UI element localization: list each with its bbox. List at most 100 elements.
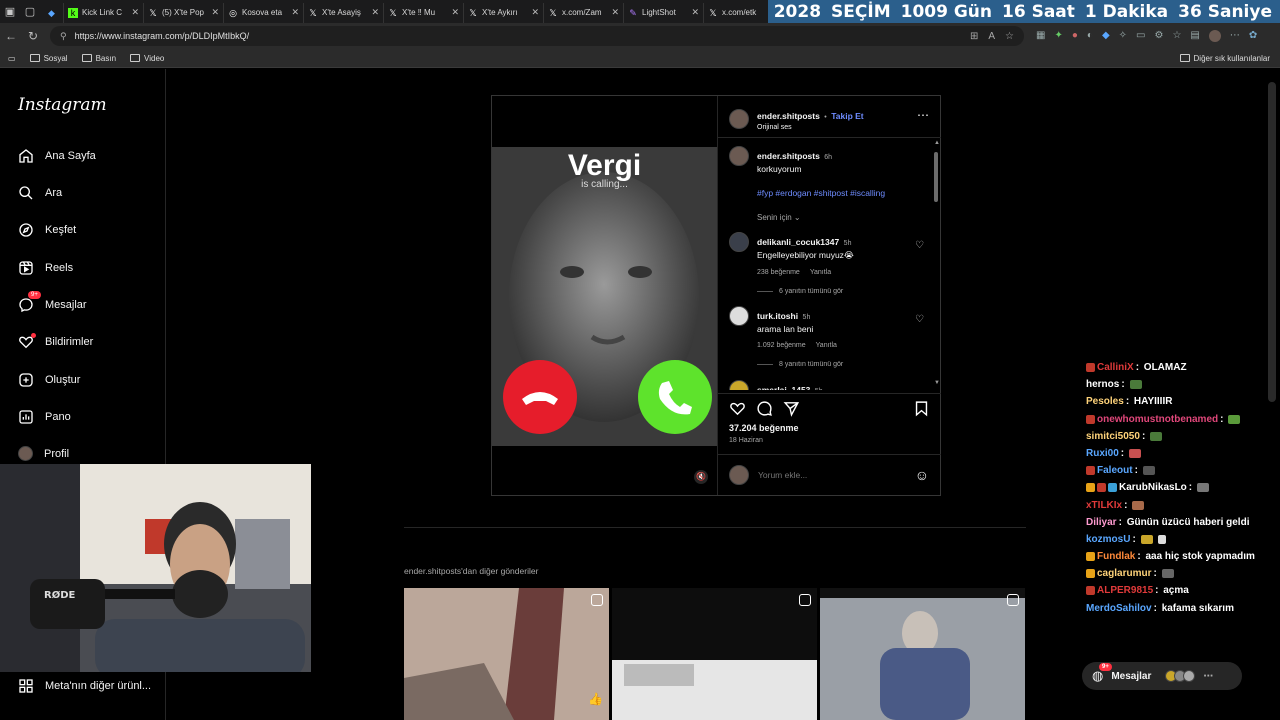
tab-close-icon[interactable]: ✕	[371, 7, 379, 18]
comment-input[interactable]	[758, 470, 906, 480]
comment-avatar[interactable]	[729, 232, 749, 252]
chat-username[interactable]: ALPER9815	[1097, 585, 1153, 596]
chat-username[interactable]: Faleout	[1097, 465, 1133, 476]
chat-username[interactable]: MerdoSahilov	[1086, 603, 1152, 614]
url-field[interactable]: ⚲ https://www.instagram.com/p/DLDIpMtIbk…	[50, 26, 1024, 46]
comment-avatar[interactable]	[729, 306, 749, 326]
more-post-thumbnail[interactable]: 👍	[404, 588, 609, 720]
chat-username[interactable]: CalliniX	[1097, 362, 1134, 373]
comment-like-icon[interactable]: ♡	[915, 314, 924, 368]
extension-icon[interactable]: ◐	[1087, 30, 1093, 42]
instagram-logo[interactable]: Instagram	[18, 95, 107, 115]
extensions-puzzle-icon[interactable]: ⚙	[1154, 30, 1163, 42]
other-favorites-folder[interactable]: Diğer sık kullanılanlar	[1179, 54, 1270, 63]
nav-dashboard[interactable]: Pano	[18, 409, 71, 425]
chat-username[interactable]: Pesoles	[1086, 396, 1124, 407]
more-post-thumbnail[interactable]	[612, 588, 817, 720]
nav-home[interactable]: Ana Sayfa	[18, 148, 96, 164]
extension-icon[interactable]: ✧	[1119, 30, 1127, 42]
nav-meta-more[interactable]: Meta'nın diğer ürünl...	[18, 678, 151, 694]
comment-icon[interactable]	[756, 400, 773, 422]
nav-reels[interactable]: Reels	[18, 260, 73, 276]
reply-button[interactable]: Yanıtla	[816, 342, 837, 349]
emoji-icon[interactable]: ☺	[915, 467, 929, 483]
chat-username[interactable]: xTILKIx	[1086, 500, 1122, 511]
chat-username[interactable]: onewhomustnotbenamed	[1097, 414, 1218, 425]
profile-avatar[interactable]	[1208, 30, 1221, 42]
view-replies[interactable]: 8 yanıtın tümünü gör	[757, 361, 907, 368]
extension-icon[interactable]: ✦	[1054, 30, 1062, 42]
chat-username[interactable]: KarubNikasLo	[1119, 482, 1187, 493]
follow-button[interactable]: Takip Et	[831, 111, 863, 121]
nav-profile[interactable]: Profil	[18, 446, 69, 461]
tab-close-icon[interactable]: ✕	[211, 7, 219, 18]
nav-search[interactable]: Ara	[18, 185, 62, 201]
more-icon[interactable]: ⋯	[1230, 30, 1240, 42]
author-avatar[interactable]	[729, 108, 749, 129]
tab-close-icon[interactable]: ✕	[451, 7, 459, 18]
nav-messages[interactable]: 9+ Mesajlar	[18, 291, 87, 313]
extension-icon[interactable]: ◆	[1102, 30, 1110, 42]
comment-likes[interactable]: 238 beğenme	[757, 269, 800, 276]
nav-notifications[interactable]: Bildirimler	[18, 333, 93, 350]
favorites-icon[interactable]: ☆	[1172, 30, 1181, 42]
scroll-up-icon[interactable]: ▲	[934, 140, 940, 146]
chat-username[interactable]: Diliyar	[1086, 517, 1117, 528]
caption-hashtags[interactable]: #fyp #erdogan #shitpost #iscalling	[757, 188, 885, 198]
site-info-icon[interactable]: ⚲	[60, 31, 67, 42]
extension-icon[interactable]: ●	[1072, 30, 1078, 42]
chat-username[interactable]: caglarumur	[1097, 568, 1151, 579]
back-icon[interactable]: ←	[0, 29, 22, 43]
scroll-down-icon[interactable]: ▼	[934, 380, 940, 386]
browser-tab[interactable]: 𝕏 X'te ‼ Mu ✕	[384, 2, 464, 23]
for-you-toggle[interactable]: Senin için ⌄	[757, 213, 885, 222]
view-replies[interactable]: 6 yanıtın tümünü gör	[757, 288, 907, 295]
tab-close-icon[interactable]: ✕	[691, 7, 699, 18]
workspaces-icon[interactable]: ▣	[0, 0, 20, 23]
read-aloud-icon[interactable]: A	[988, 31, 995, 42]
bookmark-menu-icon[interactable]: ▭	[8, 54, 16, 63]
tab-close-icon[interactable]: ✕	[531, 7, 539, 18]
save-icon[interactable]	[913, 400, 930, 422]
favorite-star-icon[interactable]: ☆	[1005, 31, 1014, 42]
browser-tab[interactable]: 𝕏x.com/Zam ✕	[544, 2, 624, 23]
tab-actions-icon[interactable]: ▢	[20, 0, 40, 23]
tab-close-icon[interactable]: ✕	[611, 7, 619, 18]
messages-pill[interactable]: ◍ 9+ Mesajlar ⋯	[1082, 662, 1242, 690]
page-scrollbar[interactable]	[1268, 82, 1276, 402]
browser-tab[interactable]: 𝕏 X'te Asayiş ✕	[304, 2, 384, 23]
pinned-tab[interactable]: ◆	[40, 2, 64, 23]
comment-username[interactable]: turk.itoshi	[757, 311, 798, 321]
bookmark-folder[interactable]: Sosyal	[29, 54, 68, 63]
post-media[interactable]: Vergi is calling... 🔇	[492, 96, 717, 495]
browser-tab[interactable]: 𝕏 (5) X'te Pop ✕	[144, 2, 224, 23]
chat-username[interactable]: hernos	[1086, 379, 1119, 390]
chat-username[interactable]: Fundlak	[1097, 551, 1135, 562]
apps-icon[interactable]: ⊞	[970, 31, 978, 42]
bookmark-folder[interactable]: Video	[130, 54, 164, 63]
chat-username[interactable]: kozmosU	[1086, 534, 1130, 545]
caption-username[interactable]: ender.shitposts	[757, 151, 820, 161]
tab-close-icon[interactable]: ✕	[131, 7, 139, 18]
tab-close-icon[interactable]: ✕	[291, 7, 299, 18]
audio-label[interactable]: Orijinal ses	[757, 124, 864, 131]
bookmark-folder[interactable]: Basın	[81, 54, 116, 63]
browser-tab[interactable]: 𝕏 X'te Aykırı ✕	[464, 2, 544, 23]
nav-create[interactable]: Oluştur	[18, 372, 80, 388]
collections-icon[interactable]: ▤	[1190, 30, 1199, 42]
browser-tab[interactable]: k Kick Link C ✕	[64, 2, 144, 23]
copilot-icon[interactable]: ✿	[1249, 30, 1257, 42]
like-count[interactable]: 37.204 beğenme	[729, 423, 799, 433]
like-icon[interactable]	[729, 400, 746, 422]
split-screen-icon[interactable]: ▭	[1136, 30, 1145, 42]
comment-username[interactable]: smerlaj_1453	[757, 385, 810, 390]
mute-icon[interactable]: 🔇	[694, 470, 708, 484]
reply-button[interactable]: Yanıtla	[810, 269, 831, 276]
chat-username[interactable]: Ruxi00	[1086, 448, 1119, 459]
comment-like-icon[interactable]: ♡	[915, 240, 924, 295]
comments-scrollbar[interactable]: ▲ ▼	[933, 140, 940, 388]
more-options-icon[interactable]: ⋯	[917, 108, 929, 122]
more-post-thumbnail[interactable]	[820, 588, 1025, 720]
comment-avatar[interactable]	[729, 380, 749, 390]
author-username[interactable]: ender.shitposts	[757, 111, 820, 121]
